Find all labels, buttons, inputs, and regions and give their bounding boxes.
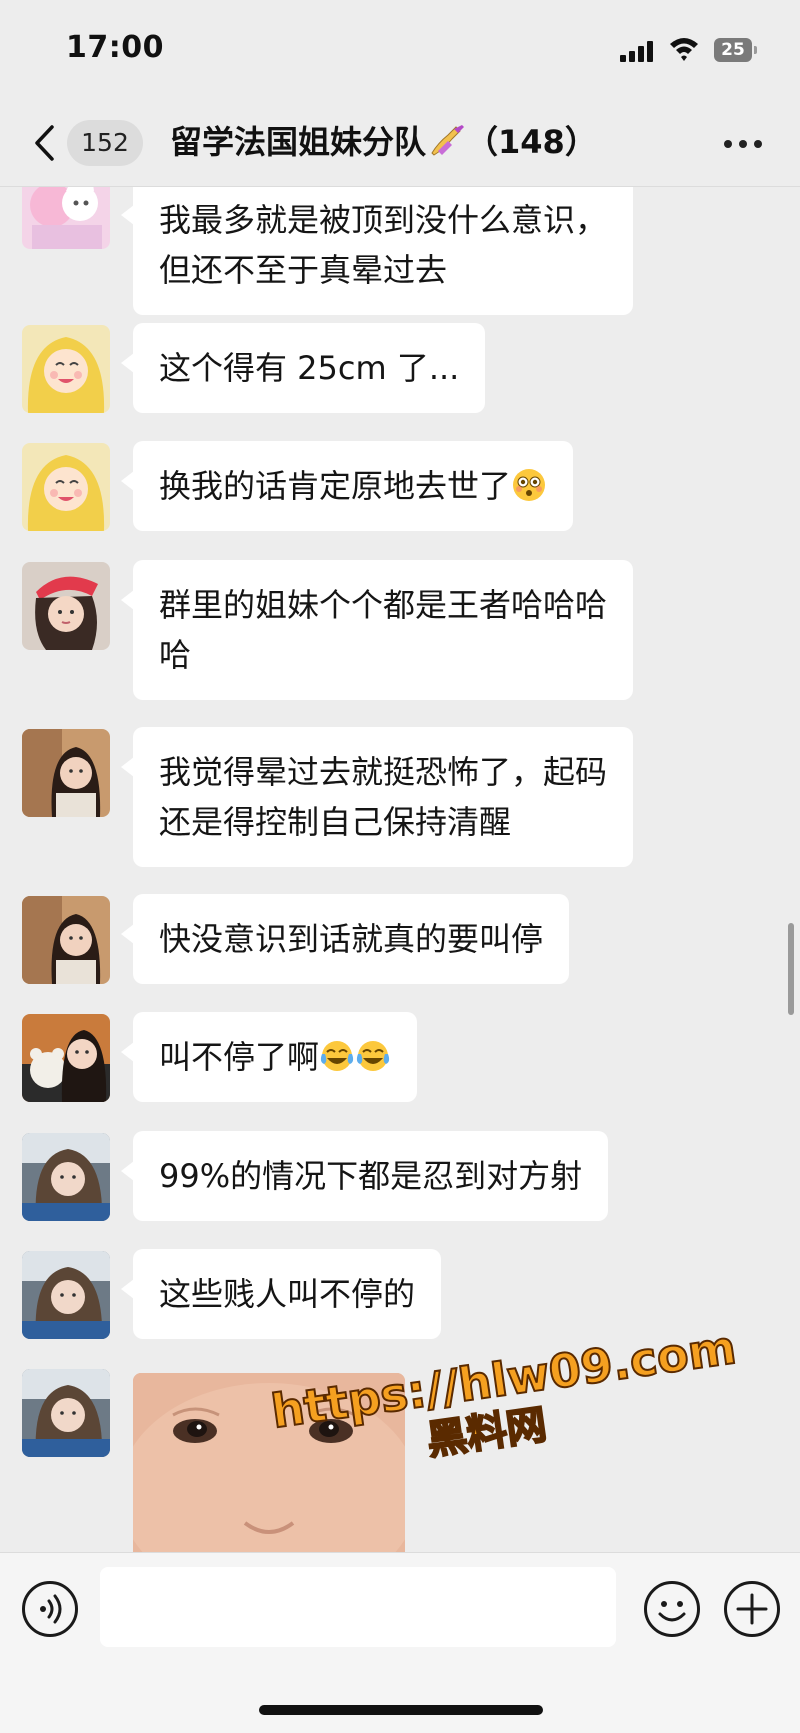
chat-title[interactable]: 留学法国姐妹分队 （148） bbox=[170, 122, 597, 162]
nail-polish-emoji bbox=[431, 125, 465, 156]
message-text: 我最多就是被顶到没什么意识， bbox=[159, 201, 608, 239]
message-bubble[interactable]: 我最多就是被顶到没什么意识， 但还不至于真晕过去 bbox=[120, 187, 634, 315]
message-text: 群里的姐妹个个都是王者哈哈哈 bbox=[159, 586, 608, 624]
car-selfie-girl-avatar[interactable] bbox=[22, 1369, 110, 1457]
chevron-left-icon[interactable] bbox=[32, 124, 56, 162]
battery-level: 25 bbox=[714, 38, 752, 62]
home-indicator[interactable] bbox=[259, 1705, 543, 1715]
chat-title-text: 留学法国姐妹分队 bbox=[170, 123, 427, 161]
message-text: 我觉得晕过去就挺恐怖了，起码 bbox=[159, 753, 608, 791]
message-text-line2: 但还不至于真晕过去 bbox=[159, 251, 448, 289]
battery-icon: 25 bbox=[714, 38, 758, 62]
tears-of-joy-emoji bbox=[320, 1041, 354, 1071]
girl-with-bear-avatar[interactable] bbox=[22, 1014, 110, 1102]
car-selfie-girl-avatar[interactable] bbox=[22, 1251, 110, 1339]
dark-hair-girl-avatar[interactable] bbox=[22, 896, 110, 984]
baby-face-photo[interactable] bbox=[133, 1373, 405, 1552]
message-item: 我最多就是被顶到没什么意识， 但还不至于真晕过去 bbox=[0, 187, 800, 315]
message-text: 快没意识到话就真的要叫停 bbox=[159, 920, 544, 958]
voice-icon[interactable] bbox=[22, 1581, 78, 1637]
message-bubble[interactable]: 这些贱人叫不停的 bbox=[120, 1249, 442, 1339]
message-bubble[interactable]: 这个得有 25cm 了... bbox=[120, 323, 486, 413]
message-input[interactable] bbox=[100, 1567, 616, 1647]
input-bar bbox=[0, 1552, 800, 1733]
blonde-anime-girl-avatar[interactable] bbox=[22, 443, 110, 531]
ellipsis-icon[interactable] bbox=[724, 140, 764, 150]
message-bubble[interactable]: 换我的话肯定原地去世了 bbox=[120, 441, 574, 531]
flushed-face-emoji bbox=[513, 469, 546, 501]
red-beret-girl-avatar[interactable] bbox=[22, 562, 110, 650]
tears-of-joy-emoji bbox=[356, 1041, 390, 1071]
status-time: 17:00 bbox=[66, 30, 164, 65]
blonde-anime-girl-avatar[interactable] bbox=[22, 325, 110, 413]
message-text: 这些贱人叫不停的 bbox=[159, 1275, 416, 1313]
signal-icon bbox=[620, 40, 654, 62]
scrollbar[interactable] bbox=[788, 923, 794, 1015]
status-bar: 17:00 25 bbox=[0, 0, 800, 100]
message-bubble[interactable]: 群里的姐妹个个都是王者哈哈哈 哈 bbox=[120, 560, 634, 700]
member-count: （148） bbox=[466, 123, 597, 161]
message-text: 叫不停了啊 bbox=[159, 1038, 320, 1076]
message-list[interactable]: 我最多就是被顶到没什么意识， 但还不至于真晕过去 这个得有 25cm 了... bbox=[0, 187, 800, 1552]
message-bubble[interactable]: 我觉得晕过去就挺恐怖了，起码 还是得控制自己保持清醒 bbox=[120, 727, 634, 867]
chat-header: 152 留学法国姐妹分队 （148） bbox=[0, 100, 800, 187]
unread-count-badge[interactable]: 152 bbox=[67, 120, 143, 166]
car-selfie-girl-avatar[interactable] bbox=[22, 1133, 110, 1221]
message-bubble[interactable]: 叫不停了啊 bbox=[120, 1012, 418, 1102]
message-text-line2: 还是得控制自己保持清醒 bbox=[159, 803, 512, 841]
message-text: 换我的话肯定原地去世了 bbox=[159, 467, 512, 505]
pink-anime-cat-avatar[interactable] bbox=[22, 187, 110, 249]
message-bubble[interactable]: 99%的情况下都是忍到对方射 bbox=[120, 1131, 609, 1221]
dark-hair-girl-avatar[interactable] bbox=[22, 729, 110, 817]
wifi-icon bbox=[670, 38, 698, 61]
message-text: 99%的情况下都是忍到对方射 bbox=[159, 1157, 583, 1195]
message-text: 这个得有 25cm 了... bbox=[159, 349, 460, 387]
message-text-line2: 哈 bbox=[159, 636, 192, 674]
plus-icon[interactable] bbox=[724, 1581, 780, 1637]
smiley-icon[interactable] bbox=[644, 1581, 700, 1637]
message-bubble[interactable]: 快没意识到话就真的要叫停 bbox=[120, 894, 570, 984]
